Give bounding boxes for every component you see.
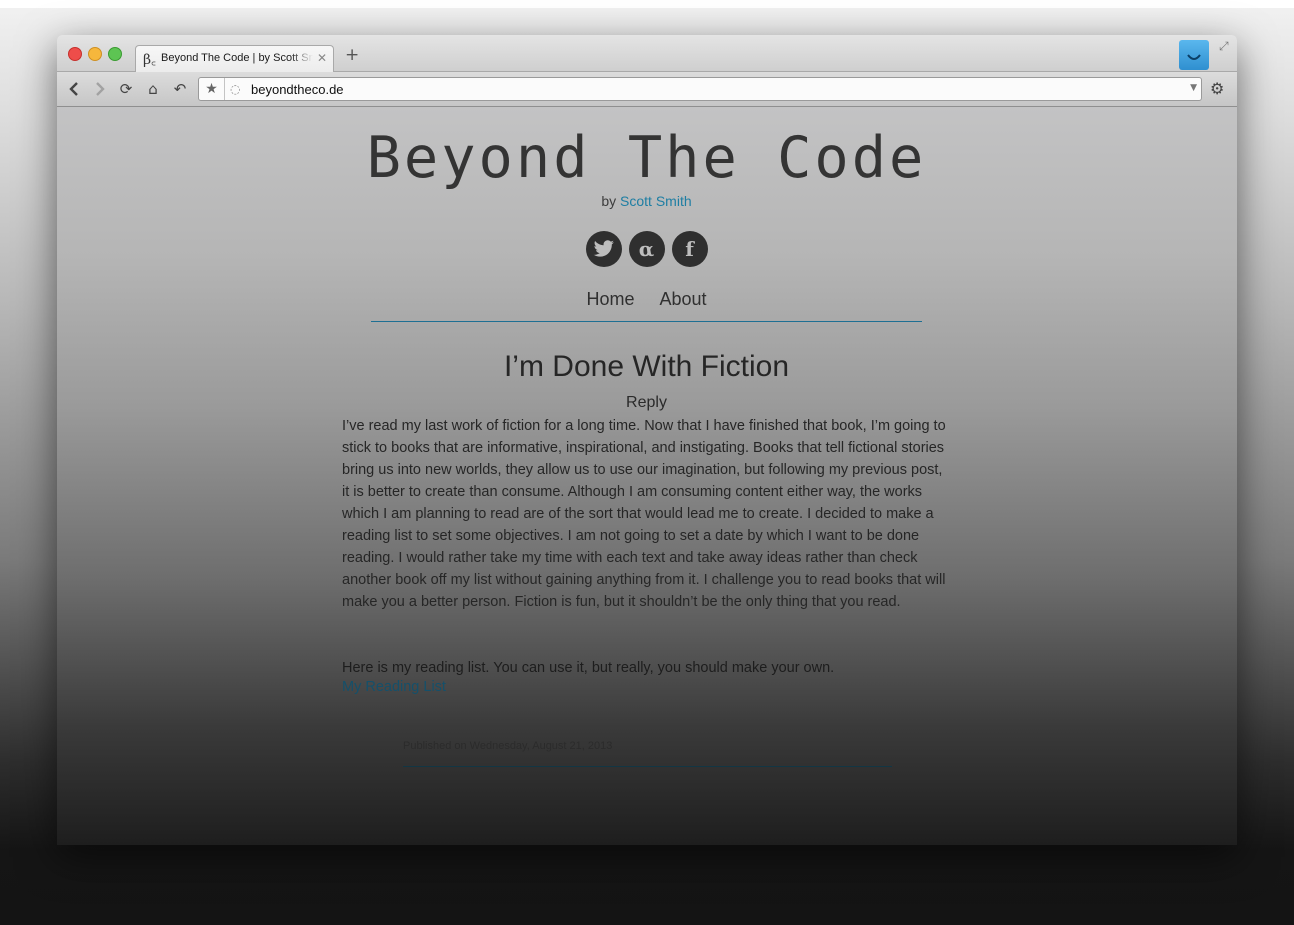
byline-prefix: by: [601, 193, 617, 209]
chevron-down-icon[interactable]: ▼: [1190, 83, 1197, 93]
close-window-button[interactable]: [68, 47, 82, 61]
post-paragraph-2: Here is my reading list. You can use it,…: [342, 660, 835, 676]
browser-toolbar: ⟳ ⌂ ↶ ★ ◌ beyondtheco.de ▼ ⚙: [57, 72, 1237, 107]
footer-divider: [403, 766, 892, 767]
page-icon: ◌: [230, 82, 241, 96]
wrench-icon[interactable]: ⚙: [1210, 79, 1224, 98]
author-link[interactable]: Scott Smith: [620, 193, 692, 209]
page-viewport: Beyond The Code by Scott Smith α f Home …: [57, 107, 1237, 845]
main-nav: Home About: [371, 289, 922, 310]
reading-list-link[interactable]: My Reading List: [342, 679, 446, 695]
tab-bar: β꜀ Beyond The Code | by Scott Smith ✕ + …: [57, 35, 1237, 72]
tab-favicon: β꜀: [143, 52, 156, 68]
undo-icon[interactable]: ↶: [169, 78, 191, 100]
home-icon[interactable]: ⌂: [142, 78, 164, 100]
twitter-icon[interactable]: [585, 231, 622, 267]
browser-window: β꜀ Beyond The Code | by Scott Smith ✕ + …: [57, 35, 1237, 845]
nav-about[interactable]: About: [659, 289, 706, 310]
desktop-top-strip: [0, 0, 1294, 8]
active-tab[interactable]: β꜀ Beyond The Code | by Scott Smith ✕: [135, 45, 334, 72]
post-paragraph-1: I’ve read my last work of fiction for a …: [342, 418, 946, 610]
address-bar[interactable]: ★ ◌ beyondtheco.de ▼: [198, 77, 1202, 101]
facebook-icon[interactable]: f: [671, 231, 708, 267]
new-tab-button[interactable]: +: [345, 47, 359, 64]
reload-icon[interactable]: ⟳: [115, 78, 137, 100]
nav-divider: [371, 321, 922, 322]
star-icon[interactable]: ★: [199, 78, 225, 100]
site-title[interactable]: Beyond The Code: [342, 125, 951, 191]
tab-title: Beyond The Code | by Scott Smith: [161, 52, 313, 64]
back-icon[interactable]: [63, 78, 85, 100]
nav-home[interactable]: Home: [586, 289, 634, 310]
appnet-icon[interactable]: α: [628, 231, 665, 267]
zoom-window-button[interactable]: [108, 47, 122, 61]
minimize-window-button[interactable]: [88, 47, 102, 61]
url-text[interactable]: beyondtheco.de: [251, 82, 344, 97]
byline: by Scott Smith: [342, 193, 951, 209]
smiley-icon: [1187, 54, 1201, 60]
reply-link[interactable]: Reply: [342, 394, 951, 412]
forward-icon[interactable]: [89, 78, 111, 100]
post-meta: Published on Wednesday, August 21, 2013: [403, 740, 613, 752]
extension-icon[interactable]: [1179, 40, 1209, 70]
post-title[interactable]: I’m Done With Fiction: [342, 350, 951, 384]
tab-close-icon[interactable]: ✕: [317, 51, 327, 65]
social-links: α f: [342, 231, 951, 267]
fullscreen-icon[interactable]: ⤢: [1219, 39, 1229, 54]
